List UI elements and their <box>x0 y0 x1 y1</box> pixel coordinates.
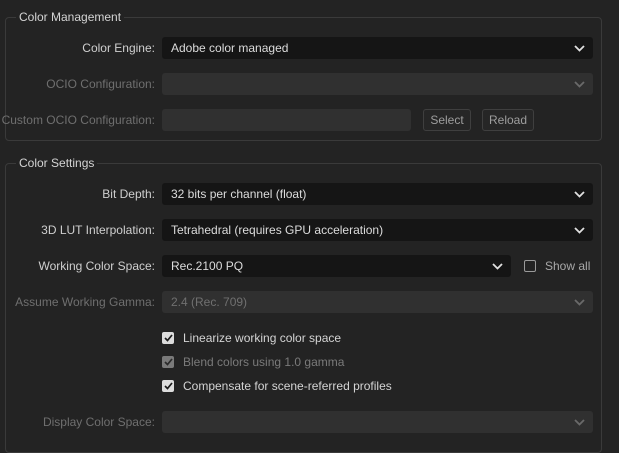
compensate-checkbox[interactable]: Compensate for scene-referred profiles <box>162 378 402 394</box>
color-engine-label: Color Engine: <box>82 41 155 55</box>
color-management-group: Color Management Color Engine: Adobe col… <box>2 9 602 141</box>
select-button[interactable]: Select <box>423 109 471 131</box>
working-color-space-label: Working Color Space: <box>38 259 156 273</box>
ocio-configuration-row: OCIO Configuration: <box>6 73 601 95</box>
linearize-label: Linearize working color space <box>183 331 342 345</box>
chevron-down-icon <box>572 292 586 312</box>
blend-colors-checkbox[interactable]: Blend colors using 1.0 gamma <box>162 354 362 370</box>
color-settings-title: Color Settings <box>16 155 98 171</box>
working-color-space-dropdown[interactable]: Rec.2100 PQ <box>162 255 511 277</box>
lut-interpolation-dropdown[interactable]: Tetrahedral (requires GPU acceleration) <box>162 219 593 241</box>
chevron-down-icon <box>572 74 586 94</box>
bit-depth-value: 32 bits per channel (float) <box>171 187 307 201</box>
checkmark-icon <box>162 356 174 368</box>
ocio-configuration-label: OCIO Configuration: <box>46 77 155 91</box>
custom-ocio-configuration-label: Custom OCIO Configuration: <box>1 113 155 127</box>
assume-working-gamma-label: Assume Working Gamma: <box>15 295 155 309</box>
checkbox-box <box>524 260 536 272</box>
show-all-label: Show all <box>545 259 591 273</box>
color-settings-group: Color Settings Bit Depth: 32 bits per ch… <box>5 155 602 453</box>
working-color-space-row: Working Color Space: Rec.2100 PQ Show al… <box>6 255 601 277</box>
custom-ocio-configuration-row: Custom OCIO Configuration: Select Reload <box>2 109 601 131</box>
chevron-down-icon <box>572 412 586 432</box>
display-color-space-label: Display Color Space: <box>42 415 155 429</box>
lut-interpolation-value: Tetrahedral (requires GPU acceleration) <box>171 223 384 237</box>
linearize-checkbox[interactable]: Linearize working color space <box>162 330 362 346</box>
blend-colors-label: Blend colors using 1.0 gamma <box>183 355 345 369</box>
show-all-checkbox[interactable]: Show all <box>524 258 592 274</box>
chevron-down-icon <box>572 38 586 58</box>
color-engine-row: Color Engine: Adobe color managed <box>6 37 601 59</box>
display-color-space-dropdown[interactable] <box>162 411 593 433</box>
ocio-configuration-dropdown[interactable] <box>162 73 593 95</box>
bit-depth-dropdown[interactable]: 32 bits per channel (float) <box>162 183 593 205</box>
custom-ocio-configuration-field[interactable] <box>162 109 411 131</box>
color-engine-dropdown[interactable]: Adobe color managed <box>162 37 593 59</box>
working-color-space-value: Rec.2100 PQ <box>171 259 244 273</box>
color-engine-value: Adobe color managed <box>171 41 289 55</box>
display-color-space-row: Display Color Space: <box>6 411 601 433</box>
assume-working-gamma-row: Assume Working Gamma: 2.4 (Rec. 709) <box>6 291 601 313</box>
chevron-down-icon <box>572 220 586 240</box>
checkmark-icon <box>162 380 174 392</box>
assume-working-gamma-dropdown[interactable]: 2.4 (Rec. 709) <box>162 291 593 313</box>
reload-button[interactable]: Reload <box>482 109 534 131</box>
assume-working-gamma-value: 2.4 (Rec. 709) <box>171 295 248 309</box>
color-management-title: Color Management <box>16 9 125 25</box>
chevron-down-icon <box>572 184 586 204</box>
lut-interpolation-row: 3D LUT Interpolation: Tetrahedral (requi… <box>6 219 601 241</box>
bit-depth-label: Bit Depth: <box>102 187 155 201</box>
chevron-down-icon <box>490 256 504 276</box>
bit-depth-row: Bit Depth: 32 bits per channel (float) <box>6 183 601 205</box>
compensate-label: Compensate for scene-referred profiles <box>183 379 392 393</box>
checkmark-icon <box>162 332 174 344</box>
lut-interpolation-label: 3D LUT Interpolation: <box>41 223 155 237</box>
